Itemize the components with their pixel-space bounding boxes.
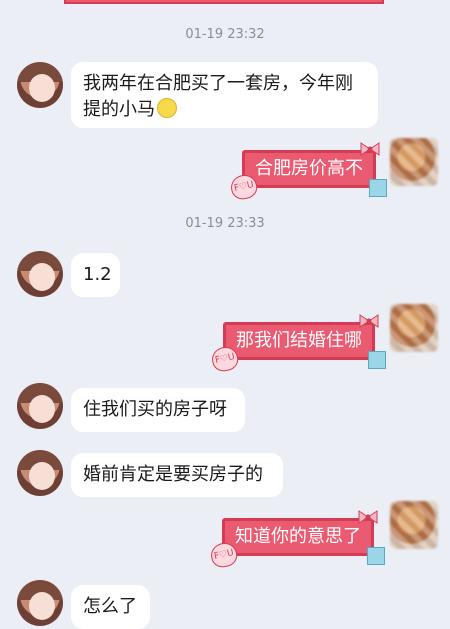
message-text: 我两年在合肥买了一套房，今年刚 [83,73,353,94]
message-bubble[interactable]: 怎么了 [71,585,150,629]
my-avatar[interactable] [390,138,438,186]
contact-avatar[interactable] [17,62,63,108]
message-bubble[interactable]: 那我们结婚住哪 F♡U [209,314,386,374]
timestamp: 01-19 23:33 [185,216,265,231]
message-text: 合肥房价高不 [255,158,363,179]
message-bubble[interactable]: 1.2 [71,253,120,297]
contact-avatar[interactable] [17,450,63,496]
message-bubble[interactable]: 婚前肯定是要买房子的 [71,453,283,497]
chat-window: 01-19 23:32 我两年在合肥买了一套房，今年刚 提的小马 合肥房价高不 … [0,0,450,629]
bow-icon [358,510,378,524]
message-bubble[interactable]: 我两年在合肥买了一套房，今年刚 提的小马 [71,62,378,128]
gift-box-icon [369,179,387,197]
message-text: 1.2 [83,264,112,285]
message-text: 婚前肯定是要买房子的 [83,464,263,485]
message-text: 知道你的意思了 [235,526,361,547]
message-text: 住我们买的房子呀 [83,399,227,420]
my-avatar[interactable] [390,501,438,549]
bow-icon [359,314,379,328]
message-bubble[interactable]: 住我们买的房子呀 [71,388,245,432]
gift-box-icon [367,547,385,565]
message-bubble[interactable]: 合肥房价高不 F♡U [228,142,387,202]
previous-message-bubble-clipped [64,0,384,4]
gift-box-icon [368,351,386,369]
smirk-emoji-icon [157,98,177,118]
contact-avatar[interactable] [17,251,63,297]
message-text: 那我们结婚住哪 [236,330,362,351]
my-avatar[interactable] [390,304,438,352]
message-text: 怎么了 [83,596,137,617]
timestamp: 01-19 23:32 [185,27,265,42]
bow-icon [360,142,380,156]
message-text: 提的小马 [83,99,155,120]
contact-avatar[interactable] [17,580,63,626]
message-bubble[interactable]: 知道你的意思了 F♡U [208,510,385,570]
contact-avatar[interactable] [17,383,63,429]
